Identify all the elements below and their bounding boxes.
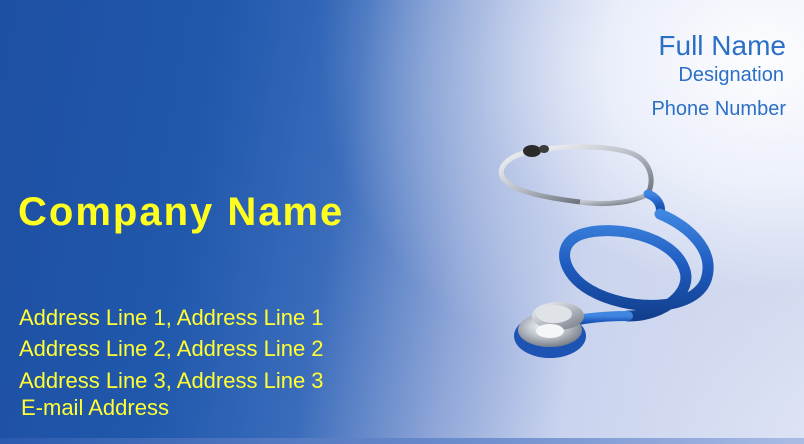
address-block: Address Line 1, Address Line 1 Address L…	[19, 302, 324, 421]
address-line-2: Address Line 2, Address Line 2	[19, 336, 324, 361]
address-line-1: Address Line 1, Address Line 1	[19, 305, 324, 330]
stethoscope-icon	[498, 144, 714, 358]
person-block: Full Name Designation Phone Number	[651, 30, 786, 122]
bottom-band	[0, 438, 804, 444]
email-address: E-mail Address	[21, 395, 169, 420]
full-name: Full Name	[658, 30, 786, 61]
business-card: Full Name Designation Phone Number Compa…	[0, 0, 804, 444]
phone-number: Phone Number	[651, 98, 786, 120]
address-line-3: Address Line 3, Address Line 3	[19, 368, 324, 393]
designation: Designation	[678, 64, 784, 86]
company-name: Company Name	[18, 190, 345, 234]
